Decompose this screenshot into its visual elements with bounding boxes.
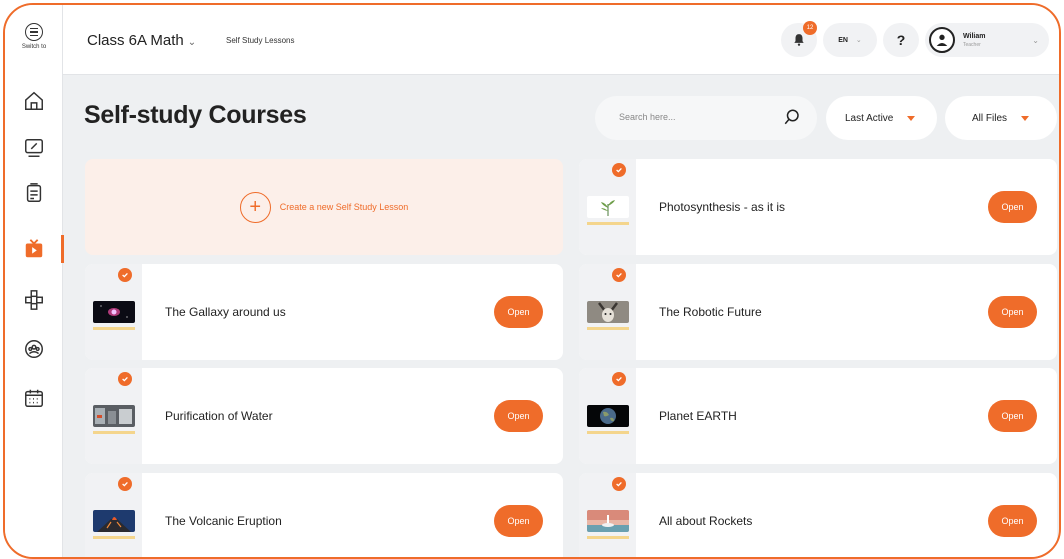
- robot-thumbnail: [587, 301, 629, 323]
- check-icon: [612, 477, 626, 491]
- create-lesson-button[interactable]: + Create a new Self Study Lesson: [85, 159, 563, 255]
- user-icon: [936, 34, 948, 46]
- class-name: Class 6A Math: [87, 32, 184, 49]
- water-thumbnail: [93, 405, 135, 427]
- user-name: Wiliam: [963, 32, 986, 40]
- sort-dropdown[interactable]: Last Active: [826, 96, 937, 140]
- notifications-button[interactable]: 12: [781, 21, 817, 57]
- open-button[interactable]: Open: [494, 400, 543, 432]
- volcano-thumbnail: [93, 510, 135, 532]
- search-placeholder: Search here...: [619, 112, 676, 122]
- tv-icon: [25, 239, 43, 258]
- calendar-icon: [25, 389, 43, 407]
- check-icon: [612, 268, 626, 282]
- sidebar: Switch to: [5, 5, 64, 557]
- breadcrumb: Self Study Lessons: [226, 36, 295, 45]
- check-icon: [118, 477, 132, 491]
- open-button[interactable]: Open: [988, 505, 1037, 537]
- menu-icon: [25, 23, 43, 41]
- course-title: The Robotic Future: [659, 305, 762, 319]
- class-selector[interactable]: Class 6A Math ⌄: [87, 32, 196, 49]
- earth-thumbnail: [587, 405, 629, 427]
- check-icon: [118, 268, 132, 282]
- sidebar-item-whiteboard[interactable]: [5, 128, 63, 168]
- check-icon: [612, 163, 626, 177]
- create-lesson-label: Create a new Self Study Lesson: [279, 202, 409, 212]
- chevron-down-icon: ⌄: [1032, 35, 1039, 45]
- user-role: Teacher: [963, 41, 981, 48]
- chevron-down-icon: ⌄: [187, 37, 197, 48]
- open-button[interactable]: Open: [988, 400, 1037, 432]
- page-title: Self-study Courses: [84, 101, 307, 129]
- sidebar-item-self-study[interactable]: [5, 229, 64, 269]
- home-icon: [25, 91, 43, 110]
- plus-icon: +: [239, 191, 271, 223]
- sidebar-item-home[interactable]: [5, 81, 63, 121]
- course-card[interactable]: The Robotic Future Open: [579, 264, 1057, 360]
- course-card[interactable]: The Volcanic Eruption Open: [85, 473, 563, 557]
- group-icon: [25, 340, 43, 358]
- rocket-thumbnail: [587, 510, 629, 532]
- switch-to-label: Switch to: [21, 44, 47, 50]
- document-icon: [26, 183, 42, 202]
- open-button[interactable]: Open: [988, 296, 1037, 328]
- sort-label: Last Active: [845, 112, 894, 124]
- sidebar-item-documents[interactable]: [5, 173, 63, 213]
- course-title: Planet EARTH: [659, 409, 737, 423]
- search-input[interactable]: Search here...: [595, 96, 817, 140]
- course-card[interactable]: Planet EARTH Open: [579, 368, 1057, 464]
- course-card[interactable]: Purification of Water Open: [85, 368, 563, 464]
- caret-down-icon: [1021, 115, 1030, 121]
- open-button[interactable]: Open: [494, 296, 543, 328]
- notification-count-badge: 12: [803, 21, 817, 35]
- filter-label: All Files: [972, 112, 1008, 124]
- caret-down-icon: [907, 115, 916, 121]
- user-menu[interactable]: Wiliam Teacher ⌄: [925, 23, 1049, 57]
- check-icon: [612, 372, 626, 386]
- top-bar: Class 6A Math ⌄ Self Study Lessons 12 EN ⌄…: [63, 5, 1059, 75]
- galaxy-thumbnail: [93, 301, 135, 323]
- search-icon[interactable]: [783, 108, 801, 126]
- open-button[interactable]: Open: [988, 191, 1037, 223]
- chevron-down-icon: ⌄: [855, 37, 862, 44]
- edit-board-icon: [25, 139, 43, 157]
- plant-thumbnail: [587, 196, 629, 218]
- language-label: EN: [838, 36, 848, 44]
- course-title: Purification of Water: [165, 409, 273, 423]
- course-card[interactable]: The Gallaxy around us Open: [85, 264, 563, 360]
- course-title: The Gallaxy around us: [165, 305, 286, 319]
- course-card[interactable]: All about Rockets Open: [579, 473, 1057, 557]
- course-title: Photosynthesis - as it is: [659, 200, 786, 214]
- switch-to-button[interactable]: Switch to: [5, 23, 63, 50]
- check-icon: [118, 372, 132, 386]
- course-title: The Volcanic Eruption: [165, 514, 282, 528]
- sidebar-item-groups[interactable]: [5, 329, 63, 369]
- modules-icon: [25, 290, 43, 310]
- language-selector[interactable]: EN ⌄: [823, 23, 877, 57]
- app-frame: Switch to Class 6A Math ⌄ Self Study Less…: [3, 3, 1061, 559]
- filter-dropdown[interactable]: All Files: [945, 96, 1057, 140]
- help-button[interactable]: ?: [883, 23, 919, 57]
- sidebar-item-calendar[interactable]: [5, 378, 63, 418]
- course-card[interactable]: Photosynthesis - as it is Open: [579, 159, 1057, 255]
- open-button[interactable]: Open: [494, 505, 543, 537]
- bell-icon: [794, 34, 804, 46]
- course-title: All about Rockets: [659, 514, 753, 528]
- avatar: [929, 27, 955, 53]
- sidebar-item-modules[interactable]: [5, 280, 63, 320]
